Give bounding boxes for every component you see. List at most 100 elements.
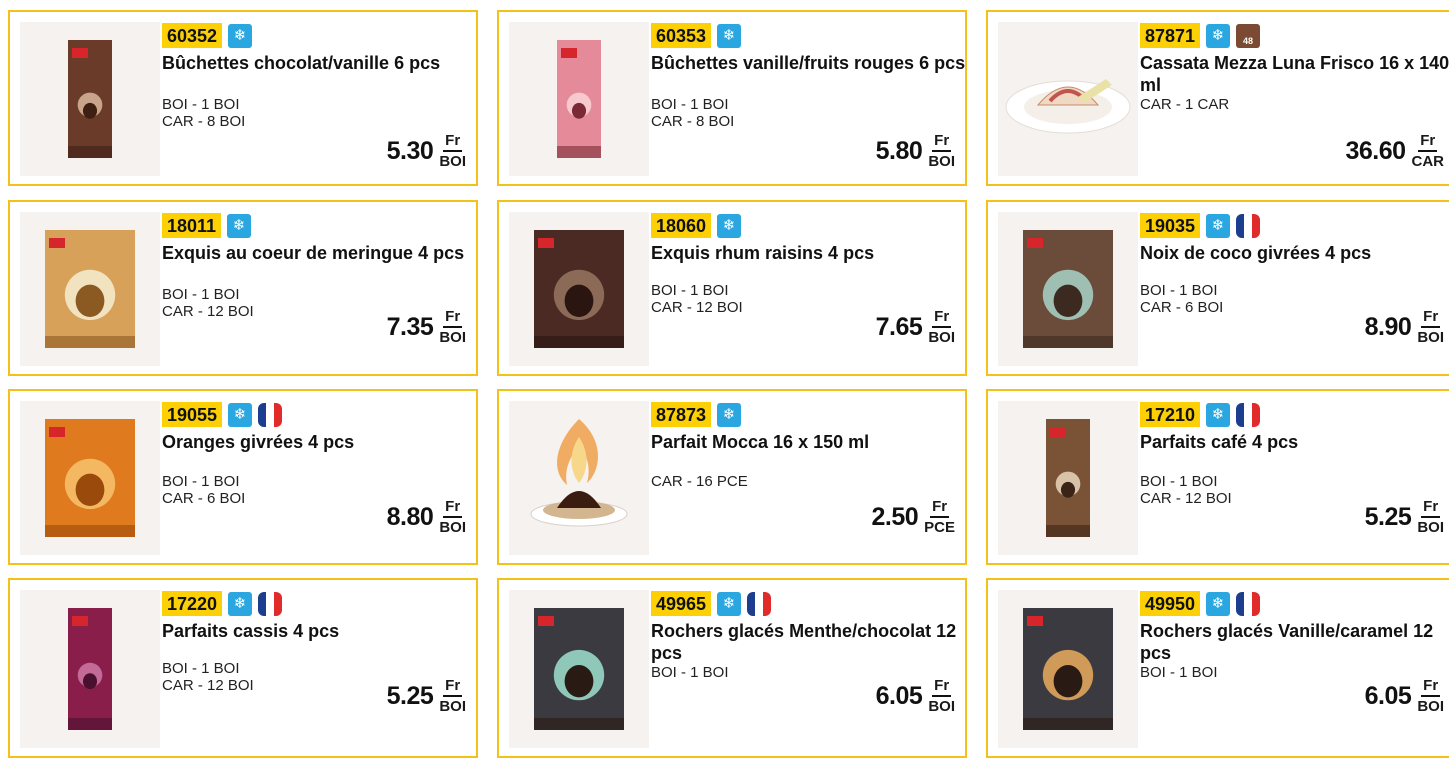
snowflake-icon: ❄ — [1206, 23, 1231, 48]
product-image — [509, 212, 649, 366]
cassata-plate-image — [998, 22, 1138, 176]
sales-unit: BOI — [1417, 698, 1444, 715]
price-block: 8.90 Fr BOI — [1365, 308, 1444, 346]
product-name: Exquis rhum raisins 4 pcs — [651, 243, 875, 263]
article-code: 49965 — [651, 591, 712, 616]
product-card[interactable]: 19055 ❄ Oranges givrées 4 pcs BOI - 1 BOI CA… — [8, 389, 478, 565]
flag-fr-icon — [747, 591, 772, 616]
sales-unit: BOI — [439, 329, 466, 346]
product-name: Bûchettes vanille/fruits rouges 6 pcs — [651, 53, 966, 73]
price-block: 6.05 Fr BOI — [1365, 677, 1444, 715]
currency: Fr — [932, 308, 952, 328]
product-card[interactable]: 60353 ❄ Bûchettes vanille/fruits rouges 6 … — [497, 10, 967, 186]
price: 5.25 — [1364, 502, 1412, 531]
price-unit: Fr BOI — [439, 498, 466, 536]
packaging-line: CAR - 8 BOI — [651, 113, 735, 130]
code-row: 49950 ❄ — [1140, 591, 1261, 616]
packaging-line: BOI - 1 BOI — [1140, 664, 1218, 681]
price-unit: Fr PCE — [924, 498, 955, 536]
product-card[interactable]: 17210 ❄ Parfaits café 4 pcs BOI - 1 BOI CAR … — [986, 389, 1449, 565]
price: 8.80 — [386, 502, 434, 531]
product-card[interactable]: 19035 ❄ Noix de coco givrées 4 pcs BOI - 1 … — [986, 200, 1449, 376]
packaging-line: CAR - 12 BOI — [162, 303, 254, 320]
product-image — [20, 590, 160, 748]
article-code: 19055 — [162, 402, 223, 427]
sales-unit: BOI — [928, 153, 955, 170]
snowflake-icon: ❄ — [228, 23, 253, 48]
currency: Fr — [1421, 677, 1441, 697]
code-row: 19035 ❄ — [1140, 213, 1261, 238]
product-name: Noix de coco givrées 4 pcs — [1140, 243, 1372, 263]
price-block: 6.05 Fr BOI — [876, 677, 955, 715]
price-block: 5.25 Fr BOI — [1365, 498, 1444, 536]
product-card[interactable]: 18060 ❄ Exquis rhum raisins 4 pcs BOI - 1 B… — [497, 200, 967, 376]
price-unit: Fr BOI — [1417, 308, 1444, 346]
meringue-ice-box-image — [20, 212, 160, 366]
flag-fr-icon — [258, 402, 283, 427]
product-card[interactable]: 49965 ❄ Rochers glacés Menthe/chocolat 12 … — [497, 578, 967, 758]
mint-rocher-box-image — [509, 590, 649, 748]
packaging-info: BOI - 1 BOI CAR - 8 BOI — [651, 96, 734, 130]
rum-raisin-ice-box-image — [509, 212, 649, 366]
sales-unit: BOI — [928, 698, 955, 715]
product-name: Oranges givrées 4 pcs — [162, 432, 355, 452]
packaging-line: CAR - 16 PCE — [651, 473, 748, 490]
packaging-info: CAR - 16 PCE — [651, 473, 748, 490]
packaging-info: BOI - 1 BOI CAR - 6 BOI — [1140, 282, 1223, 316]
product-name: Exquis au coeur de meringue 4 pcs — [162, 243, 465, 263]
currency: Fr — [443, 132, 463, 152]
snowflake-icon: ❄ — [228, 402, 253, 427]
snowflake-icon: ❄ — [717, 213, 742, 238]
flag-fr-icon — [1236, 402, 1261, 427]
currency: Fr — [1421, 308, 1441, 328]
product-name: Rochers glacés Menthe/chocolat 12 pcs — [651, 621, 957, 663]
article-code: 87871 — [1140, 23, 1201, 48]
sales-unit: PCE — [924, 519, 955, 536]
packaging-info: BOI - 1 BOI CAR - 6 BOI — [162, 473, 245, 507]
product-card[interactable]: 49950 ❄ Rochers glacés Vanille/caramel 12 … — [986, 578, 1449, 758]
product-image — [509, 22, 649, 176]
flambe-parfait-image — [509, 401, 649, 555]
cassis-parfait-box-image — [20, 590, 160, 748]
price-block: 7.65 Fr BOI — [876, 308, 955, 346]
sales-unit: BOI — [439, 153, 466, 170]
packaging-line: BOI - 1 BOI — [162, 96, 240, 113]
code-row: 49965 ❄ — [651, 591, 772, 616]
packaging-line: BOI - 1 BOI — [1140, 473, 1218, 490]
packaging-line: BOI - 1 BOI — [162, 473, 240, 490]
currency: Fr — [1421, 498, 1441, 518]
price-unit: Fr BOI — [928, 132, 955, 170]
price: 6.05 — [875, 681, 923, 710]
packaging-line: CAR - 12 BOI — [162, 677, 254, 694]
price: 6.05 — [1364, 681, 1412, 710]
product-card[interactable]: 18011 ❄ Exquis au coeur de meringue 4 pcs B… — [8, 200, 478, 376]
product-card[interactable]: 87873 ❄ Parfait Mocca 16 x 150 ml CAR - 16 … — [497, 389, 967, 565]
price: 36.60 — [1345, 136, 1406, 165]
currency: Fr — [930, 498, 950, 518]
packaging-line: CAR - 6 BOI — [1140, 299, 1224, 316]
product-image — [20, 212, 160, 366]
currency: Fr — [1418, 132, 1438, 152]
price-block: 5.80 Fr BOI — [876, 132, 955, 170]
price: 8.90 — [1364, 312, 1412, 341]
product-card[interactable]: 17220 ❄ Parfaits cassis 4 pcs BOI - 1 BOI CA… — [8, 578, 478, 758]
48h-icon: 48 — [1236, 23, 1261, 48]
article-code: 19035 — [1140, 213, 1201, 238]
product-card[interactable]: 87871 ❄ 48 Cassata Mezza Luna Frisco 16 x 1… — [986, 10, 1449, 186]
code-row: 18060 ❄ — [651, 213, 742, 238]
coconut-ice-box-image — [998, 212, 1138, 366]
product-image — [509, 401, 649, 555]
snowflake-icon: ❄ — [1206, 213, 1231, 238]
packaging-info: BOI - 1 BOI CAR - 12 BOI — [651, 282, 743, 316]
packaging-info: BOI - 1 BOI CAR - 8 BOI — [162, 96, 245, 130]
code-row: 60353 ❄ — [651, 23, 742, 48]
product-image — [20, 401, 160, 555]
packaging-info: CAR - 1 CAR — [1140, 96, 1229, 113]
currency: Fr — [443, 498, 463, 518]
product-name: Cassata Mezza Luna Frisco 16 x 140 ml — [1140, 53, 1449, 95]
product-card[interactable]: 60352 ❄ Bûchettes chocolat/vanille 6 pcs BO… — [8, 10, 478, 186]
red-fruit-ice-box-image — [509, 22, 649, 176]
sales-unit: CAR — [1411, 153, 1445, 170]
packaging-info: BOI - 1 BOI — [1140, 664, 1218, 681]
packaging-info: BOI - 1 BOI CAR - 12 BOI — [162, 660, 254, 694]
